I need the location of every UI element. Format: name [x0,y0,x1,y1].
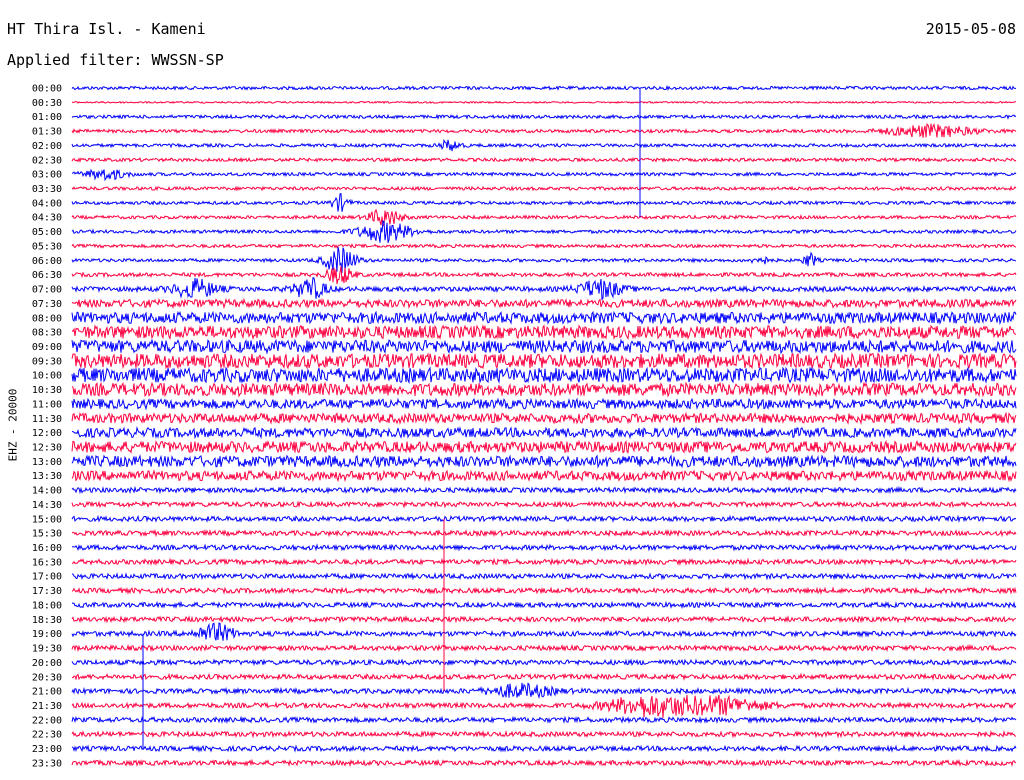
time-tick-label: 23:00 [32,744,62,755]
trace-line-0130 [71,123,1017,138]
time-tick-label: 19:00 [32,629,62,640]
helicorder-plot: 00:00 00:30 01:00 01:30 02:00 02:30 03:00 03:30… [32,84,1017,770]
trace-line-1730 [71,586,1017,595]
trace-line-0200 [71,138,1017,152]
time-tick-label: 00:00 [32,84,62,95]
time-tick-label: 20:00 [32,658,62,669]
trace-line-1600 [71,543,1017,552]
trace-line-1700 [71,571,1017,581]
trace-line-1630 [71,557,1017,567]
time-tick-label: 03:30 [32,184,62,195]
time-tick-label: 01:30 [32,127,62,138]
time-tick-label: 01:00 [32,112,62,123]
trace-line-1100 [71,397,1017,411]
time-tick-label: 21:00 [32,687,62,698]
trace-line-1130 [71,411,1017,425]
trace-line-2030 [71,672,1017,681]
time-tick-label: 13:30 [32,471,62,482]
time-tick-label: 04:30 [32,213,62,224]
time-tick-label: 14:30 [32,500,62,511]
time-tick-label: 04:00 [32,198,62,209]
time-tick-label: 06:30 [32,270,62,281]
trace-line-1000 [71,366,1017,385]
time-tick-label: 12:30 [32,443,62,454]
time-tick-label: 15:00 [32,514,62,525]
trace-line-0430 [71,208,1017,227]
time-tick-label: 20:30 [32,672,62,683]
time-tick-label: 19:30 [32,644,62,655]
time-tick-label: 02:00 [32,141,62,152]
trace-line-1330 [71,469,1017,483]
time-tick-label: 09:00 [32,342,62,353]
trace-line-2230 [71,729,1017,739]
time-tick-label: 22:30 [32,730,62,741]
trace-group [71,84,1017,768]
time-tick-label: 08:30 [32,328,62,339]
time-tick-label: 09:30 [32,356,62,367]
time-tick-label: 07:30 [32,299,62,310]
trace-line-0800 [71,310,1017,326]
trace-line-1800 [71,600,1017,610]
trace-line-0700 [71,277,1017,301]
trace-line-0930 [71,352,1017,370]
trace-line-2330 [71,758,1017,768]
time-tick-label: 08:00 [32,313,62,324]
trace-line-1200 [71,425,1017,440]
trace-line-1400 [71,485,1017,495]
trace-line-1230 [71,439,1017,455]
trace-line-1430 [71,500,1017,509]
trace-line-0100 [71,113,1017,120]
time-tick-label: 18:00 [32,600,62,611]
time-tick-label: 10:00 [32,371,62,382]
trace-line-1530 [71,528,1017,538]
trace-line-0330 [71,185,1017,192]
time-tick-label: 14:00 [32,486,62,497]
time-tick-label: 02:30 [32,155,62,166]
time-tick-label: 07:00 [32,285,62,296]
trace-line-0230 [71,156,1017,163]
time-tick-label: 11:00 [32,399,62,410]
time-tick-label: 17:30 [32,586,62,597]
time-tick-label: 11:30 [32,414,62,425]
trace-line-2000 [71,658,1017,667]
trace-line-1930 [71,643,1017,653]
time-tick-label: 13:00 [32,457,62,468]
trace-line-2130 [71,694,1017,718]
time-tick-label: 17:00 [32,572,62,583]
time-tick-label: 18:30 [32,615,62,626]
trace-line-0000 [71,84,1017,91]
time-tick-label: 15:30 [32,529,62,540]
time-tick-label: 16:30 [32,557,62,568]
time-label-group: 00:00 00:30 01:00 01:30 02:00 02:30 03:00 03:30… [32,84,62,770]
trace-line-0900 [71,338,1017,355]
time-tick-label: 10:30 [32,385,62,396]
trace-line-2300 [71,744,1017,753]
trace-line-0300 [71,168,1017,182]
trace-line-1830 [71,615,1017,624]
time-tick-label: 05:30 [32,241,62,252]
time-tick-label: 00:30 [32,98,62,109]
trace-line-2100 [71,682,1017,699]
trace-line-0530 [71,242,1017,249]
time-tick-label: 12:00 [32,428,62,439]
trace-line-1900 [71,622,1017,641]
trace-line-0730 [71,297,1017,310]
trace-line-0600 [71,246,1017,273]
time-tick-label: 05:00 [32,227,62,238]
trace-line-0400 [71,193,1017,212]
trace-line-1500 [71,514,1017,524]
time-tick-label: 22:00 [32,715,62,726]
trace-line-0030 [71,100,1017,104]
time-tick-label: 21:30 [32,701,62,712]
trace-line-1300 [71,454,1017,469]
trace-line-2200 [71,715,1017,725]
time-tick-label: 06:00 [32,256,62,267]
trace-line-0630 [71,266,1017,285]
time-tick-label: 23:30 [32,758,62,769]
time-tick-label: 16:00 [32,543,62,554]
time-tick-label: 03:00 [32,170,62,181]
trace-line-0500 [71,220,1017,243]
trace-line-0830 [71,324,1017,341]
trace-line-1030 [71,381,1017,398]
